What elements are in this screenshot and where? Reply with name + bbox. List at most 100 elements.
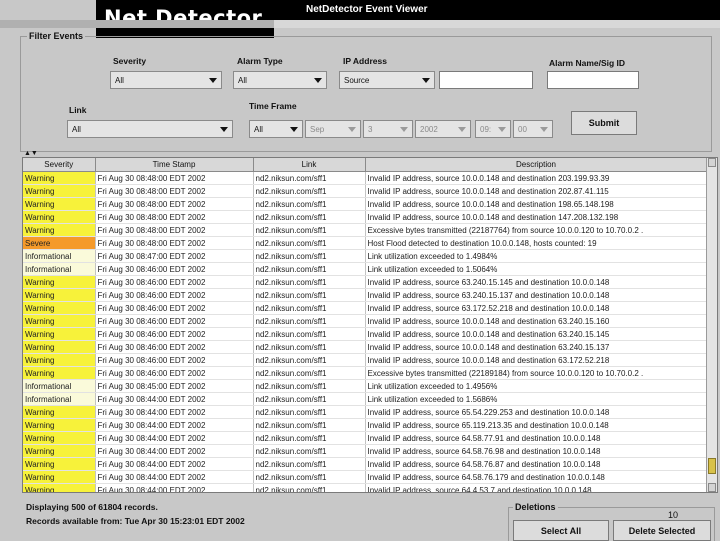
description-cell: Invalid IP address, source 63.172.52.218… — [365, 301, 708, 315]
select-all-button[interactable]: Select All — [513, 520, 609, 541]
timestamp-cell: Fri Aug 30 08:44:00 EDT 2002 — [95, 483, 254, 492]
timestamp-cell: Fri Aug 30 08:44:00 EDT 2002 — [95, 392, 254, 406]
severity-select[interactable]: All — [110, 71, 222, 89]
window-title-bar: NetDetector Event Viewer — [274, 0, 720, 20]
table-row[interactable]: Warning Fri Aug 30 08:46:00 EDT 2002 nd2.n… — [23, 366, 708, 380]
severity-cell: Warning — [23, 405, 96, 419]
link-cell: nd2.niksun.com/sff1 — [253, 210, 366, 224]
severity-cell: Warning — [23, 418, 96, 432]
link-cell: nd2.niksun.com/sff1 — [253, 392, 366, 406]
table-row[interactable]: Informational Fri Aug 30 08:47:00 EDT 200… — [23, 249, 708, 263]
table-row[interactable]: Warning Fri Aug 30 08:48:00 EDT 2002 nd2.n… — [23, 223, 708, 237]
table-row[interactable]: Warning Fri Aug 30 08:46:00 EDT 2002 nd2.n… — [23, 301, 708, 315]
severity-cell: Warning — [23, 275, 96, 289]
timestamp-cell: Fri Aug 30 08:46:00 EDT 2002 — [95, 288, 254, 302]
table-row[interactable]: Warning Fri Aug 30 08:46:00 EDT 2002 nd2.n… — [23, 275, 708, 289]
link-select[interactable]: All — [67, 120, 233, 138]
description-cell: Invalid IP address, source 64.58.76.87 a… — [365, 457, 708, 471]
day-value: 3 — [368, 125, 373, 134]
link-cell: nd2.niksun.com/sff1 — [253, 431, 366, 445]
table-row[interactable]: Warning Fri Aug 30 08:48:00 EDT 2002 nd2.n… — [23, 197, 708, 211]
severity-cell: Severe — [23, 236, 96, 250]
table-row[interactable]: Warning Fri Aug 30 08:44:00 EDT 2002 nd2.n… — [23, 405, 708, 419]
severity-cell: Warning — [23, 288, 96, 302]
table-row[interactable]: Warning Fri Aug 30 08:46:00 EDT 2002 nd2.n… — [23, 288, 708, 302]
table-row[interactable]: Warning Fri Aug 30 08:46:00 EDT 2002 nd2.n… — [23, 314, 708, 328]
column-header-description[interactable]: Description — [365, 158, 708, 172]
timestamp-cell: Fri Aug 30 08:44:00 EDT 2002 — [95, 457, 254, 471]
table-row[interactable]: Warning Fri Aug 30 08:44:00 EDT 2002 nd2.n… — [23, 418, 708, 432]
severity-cell: Warning — [23, 366, 96, 380]
link-cell: nd2.niksun.com/sff1 — [253, 457, 366, 471]
column-header-link[interactable]: Link — [253, 158, 366, 172]
severity-cell: Warning — [23, 314, 96, 328]
severity-value: All — [115, 76, 124, 85]
column-header-time-stamp[interactable]: Time Stamp — [95, 158, 254, 172]
minute-select[interactable]: 00 — [513, 120, 553, 138]
events-table: Severity Time Stamp Link Description War… — [22, 157, 718, 493]
alarm-name-label: Alarm Name/Sig ID — [549, 58, 626, 68]
alarm-type-select[interactable]: All — [233, 71, 327, 89]
link-value: All — [72, 125, 81, 134]
sort-arrows-icon[interactable]: ▲▼ — [24, 150, 38, 157]
description-cell: Invalid IP address, source 10.0.0.148 an… — [365, 314, 708, 328]
timestamp-cell: Fri Aug 30 08:45:00 EDT 2002 — [95, 379, 254, 393]
table-row[interactable]: Warning Fri Aug 30 08:46:00 EDT 2002 nd2.n… — [23, 340, 708, 354]
hour-select[interactable]: 09: — [475, 120, 511, 138]
table-row[interactable]: Severe Fri Aug 30 08:48:00 EDT 2002 nd2.ni… — [23, 236, 708, 250]
window-title: NetDetector Event Viewer — [306, 4, 428, 15]
link-cell: nd2.niksun.com/sff1 — [253, 171, 366, 185]
link-label: Link — [69, 105, 87, 115]
alarm-type-value: All — [238, 76, 247, 85]
description-cell: Link utilization exceeded to 1.4956% — [365, 379, 708, 393]
description-cell: Invalid IP address, source 64.4.53.7 and… — [365, 483, 708, 492]
table-row[interactable]: Warning Fri Aug 30 08:48:00 EDT 2002 nd2.n… — [23, 171, 708, 185]
table-row[interactable]: Warning Fri Aug 30 08:48:00 EDT 2002 nd2.n… — [23, 210, 708, 224]
timestamp-cell: Fri Aug 30 08:46:00 EDT 2002 — [95, 353, 254, 367]
vertical-scrollbar[interactable] — [706, 158, 717, 492]
severity-cell: Warning — [23, 223, 96, 237]
table-row[interactable]: Warning Fri Aug 30 08:46:00 EDT 2002 nd2.n… — [23, 353, 708, 367]
scrollbar-thumb[interactable] — [708, 458, 716, 474]
minute-value: 00 — [518, 125, 527, 134]
table-row[interactable]: Warning Fri Aug 30 08:48:00 EDT 2002 nd2.n… — [23, 184, 708, 198]
table-header-row: Severity Time Stamp Link Description — [23, 158, 708, 172]
ip-direction-select[interactable]: Source — [339, 71, 435, 89]
chevron-down-icon — [314, 78, 322, 83]
table-row[interactable]: Warning Fri Aug 30 08:46:00 EDT 2002 nd2.n… — [23, 327, 708, 341]
table-row[interactable]: Informational Fri Aug 30 08:44:00 EDT 200… — [23, 392, 708, 406]
timestamp-cell: Fri Aug 30 08:44:00 EDT 2002 — [95, 431, 254, 445]
table-row[interactable]: Informational Fri Aug 30 08:46:00 EDT 200… — [23, 262, 708, 276]
description-cell: Invalid IP address, source 10.0.0.148 an… — [365, 353, 708, 367]
month-select[interactable]: Sep — [305, 120, 361, 138]
description-cell: Invalid IP address, source 65.54.229.253… — [365, 405, 708, 419]
events-grid: Severity Time Stamp Link Description War… — [23, 158, 708, 492]
chevron-down-icon — [540, 127, 548, 132]
submit-button[interactable]: Submit — [571, 111, 637, 135]
delete-selected-button[interactable]: Delete Selected — [613, 520, 711, 541]
displaying-records-text: Displaying 500 of 61804 records. — [26, 502, 158, 512]
table-row[interactable]: Warning Fri Aug 30 08:44:00 EDT 2002 nd2.n… — [23, 444, 708, 458]
table-row[interactable]: Warning Fri Aug 30 08:44:00 EDT 2002 nd2.n… — [23, 431, 708, 445]
day-select[interactable]: 3 — [363, 120, 413, 138]
description-cell: Invalid IP address, source 63.240.15.145… — [365, 275, 708, 289]
link-cell: nd2.niksun.com/sff1 — [253, 275, 366, 289]
year-select[interactable]: 2002 — [415, 120, 471, 138]
timestamp-cell: Fri Aug 30 08:48:00 EDT 2002 — [95, 236, 254, 250]
description-cell: Excessive bytes transmitted (22187764) f… — [365, 223, 708, 237]
table-row[interactable]: Informational Fri Aug 30 08:45:00 EDT 200… — [23, 379, 708, 393]
scroll-up-button[interactable] — [708, 158, 716, 167]
ip-address-input[interactable] — [439, 71, 533, 89]
link-cell: nd2.niksun.com/sff1 — [253, 470, 366, 484]
description-cell: Invalid IP address, source 10.0.0.148 an… — [365, 340, 708, 354]
scroll-down-button[interactable] — [708, 483, 716, 492]
table-row[interactable]: Warning Fri Aug 30 08:44:00 EDT 2002 nd2.n… — [23, 470, 708, 484]
timestamp-cell: Fri Aug 30 08:48:00 EDT 2002 — [95, 210, 254, 224]
description-cell: Invalid IP address, source 64.58.77.91 a… — [365, 431, 708, 445]
alarm-name-input[interactable] — [547, 71, 639, 89]
link-cell: nd2.niksun.com/sff1 — [253, 223, 366, 237]
table-row[interactable]: Warning Fri Aug 30 08:44:00 EDT 2002 nd2.n… — [23, 483, 708, 492]
time-frame-select[interactable]: All — [249, 120, 303, 138]
table-row[interactable]: Warning Fri Aug 30 08:44:00 EDT 2002 nd2.n… — [23, 457, 708, 471]
column-header-severity[interactable]: Severity — [23, 158, 96, 172]
